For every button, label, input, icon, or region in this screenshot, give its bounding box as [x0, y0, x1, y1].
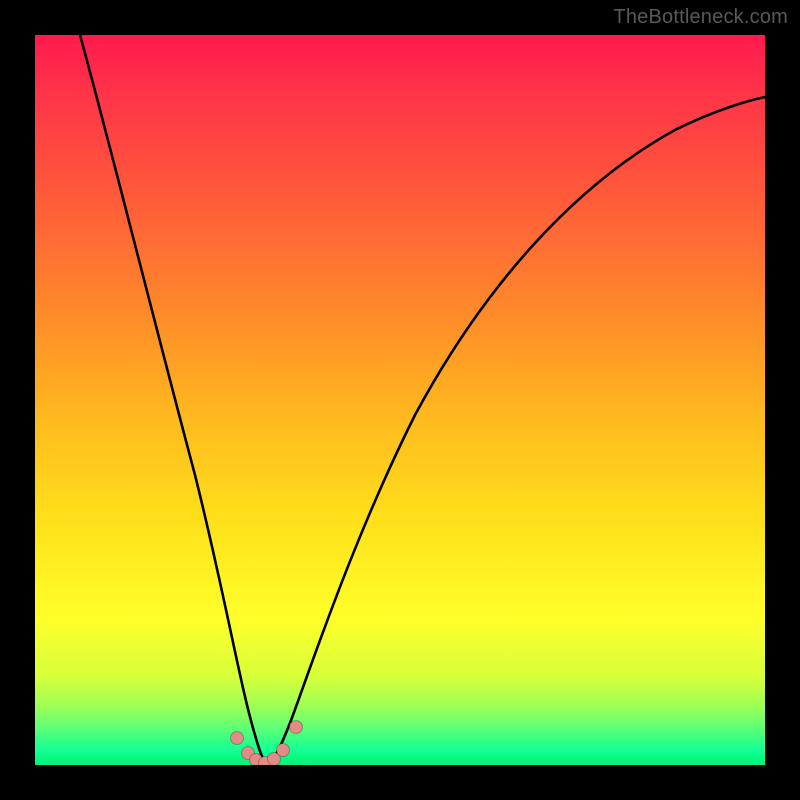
chart-frame: TheBottleneck.com — [0, 0, 800, 800]
curve-layer — [35, 35, 765, 765]
marker-dot — [290, 721, 303, 734]
marker-group — [231, 721, 303, 766]
marker-dot — [231, 732, 244, 745]
watermark-text: TheBottleneck.com — [613, 6, 788, 29]
bottleneck-curve — [80, 35, 765, 765]
marker-dot — [277, 744, 290, 757]
plot-area — [35, 35, 765, 765]
